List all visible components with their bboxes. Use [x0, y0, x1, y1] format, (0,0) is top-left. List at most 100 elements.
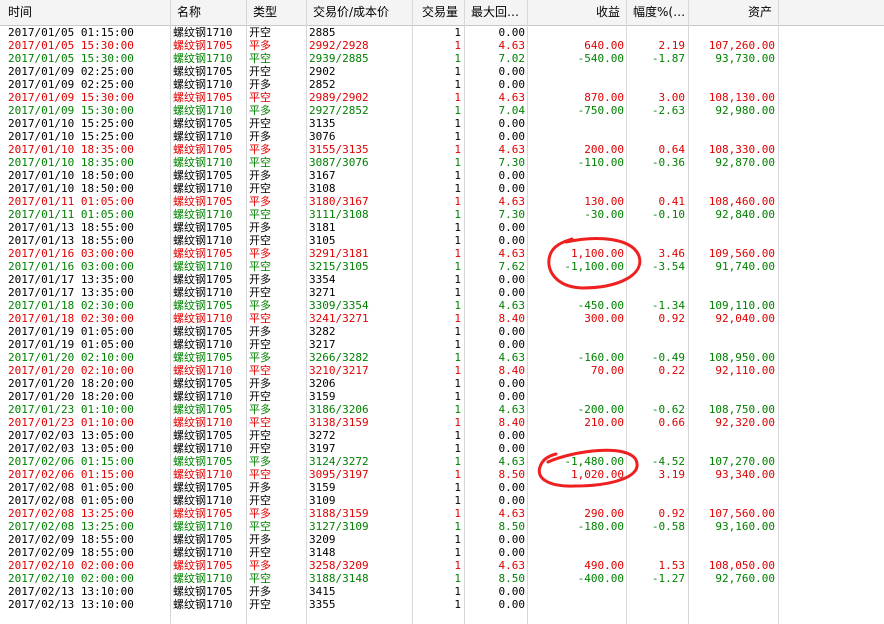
table-row[interactable]: 2017/01/17 13:35:00 螺纹钢1705 开多 3354 1 0.00	[0, 273, 884, 286]
cell-pnl	[528, 429, 626, 442]
cell-name: 螺纹钢1705	[173, 507, 233, 520]
table-row[interactable]: 2017/02/13 13:10:00 螺纹钢1705 开多 3415 1 0.00	[0, 585, 884, 598]
cell-time: 2017/02/13 13:10:00	[8, 585, 134, 598]
table-row[interactable]: 2017/01/13 18:55:00 螺纹钢1705 开多 3181 1 0.00	[0, 221, 884, 234]
table-row[interactable]: 2017/01/09 15:30:00 螺纹钢1705 平空 2989/2902 1 4.…	[0, 91, 884, 104]
cell-time: 2017/01/10 15:25:00	[8, 117, 134, 130]
cell-pct: -2.63	[651, 104, 685, 117]
cell-time: 2017/02/13 13:10:00	[8, 598, 134, 611]
table-row[interactable]: 2017/01/05 01:15:00 螺纹钢1710 开空 2885 1 0.00	[0, 26, 884, 39]
column-header-price[interactable]: 交易价/成本价	[307, 0, 413, 25]
column-header-max-retrace[interactable]: 最大回…	[465, 0, 528, 25]
column-header-pct[interactable]: 幅度%(…	[627, 0, 689, 25]
cell-pct: 3.46	[658, 247, 686, 260]
column-header-time[interactable]: 时间	[0, 0, 171, 25]
cell-pnl	[528, 546, 626, 559]
cell-type: 开多	[249, 78, 271, 91]
table-row[interactable]: 2017/01/20 02:10:00 螺纹钢1710 平空 3210/3217 1 8.…	[0, 364, 884, 377]
table-row[interactable]: 2017/01/20 02:10:00 螺纹钢1705 平多 3266/3282 1 4.…	[0, 351, 884, 364]
cell-type: 平空	[249, 416, 271, 429]
table-row[interactable]: 2017/02/10 02:00:00 螺纹钢1705 平多 3258/3209 1 4.…	[0, 559, 884, 572]
table-row[interactable]: 2017/01/18 02:30:00 螺纹钢1710 平空 3241/3271 1 8.…	[0, 312, 884, 325]
cell-qty: 1	[454, 325, 461, 338]
cell-pct: 3.19	[658, 468, 686, 481]
table-row[interactable]: 2017/01/17 13:35:00 螺纹钢1710 开空 3271 1 0.00	[0, 286, 884, 299]
cell-pct	[627, 598, 687, 611]
cell-pct: -1.87	[651, 52, 685, 65]
cell-pnl	[528, 377, 626, 390]
table-row[interactable]: 2017/02/09 18:55:00 螺纹钢1710 开空 3148 1 0.00	[0, 546, 884, 559]
cell-pnl	[528, 26, 626, 39]
column-header-asset[interactable]: 资产	[689, 0, 779, 25]
table-row[interactable]: 2017/02/03 13:05:00 螺纹钢1705 开空 3272 1 0.00	[0, 429, 884, 442]
table-row[interactable]: 2017/01/10 18:35:00 螺纹钢1710 平空 3087/3076 1 7.…	[0, 156, 884, 169]
cell-pct	[627, 377, 687, 390]
cell-price: 2989/2902	[309, 91, 369, 104]
cell-name: 螺纹钢1710	[173, 286, 233, 299]
cell-pct	[627, 338, 687, 351]
cell-asset: 91,740.00	[715, 260, 775, 273]
cell-type: 开多	[249, 169, 271, 182]
cell-pnl	[528, 182, 626, 195]
cell-type: 开多	[249, 325, 271, 338]
table-row[interactable]: 2017/01/16 03:00:00 螺纹钢1710 平空 3215/3105 1 7.…	[0, 260, 884, 273]
table-row[interactable]: 2017/02/08 13:25:00 螺纹钢1705 平多 3188/3159 1 4.…	[0, 507, 884, 520]
table-row[interactable]: 2017/01/23 01:10:00 螺纹钢1705 平多 3186/3206 1 4.…	[0, 403, 884, 416]
cell-qty: 1	[454, 221, 461, 234]
table-row[interactable]: 2017/01/19 01:05:00 螺纹钢1705 开多 3282 1 0.00	[0, 325, 884, 338]
table-row[interactable]: 2017/01/11 01:05:00 螺纹钢1710 平空 3111/3108 1 7.…	[0, 208, 884, 221]
table-row[interactable]: 2017/01/13 18:55:00 螺纹钢1710 开空 3105 1 0.00	[0, 234, 884, 247]
cell-type: 开多	[249, 130, 271, 143]
cell-maxr: 0.00	[498, 286, 526, 299]
cell-name: 螺纹钢1710	[173, 338, 233, 351]
cell-time: 2017/01/13 18:55:00	[8, 234, 134, 247]
table-row[interactable]: 2017/01/09 02:25:00 螺纹钢1710 开多 2852 1 0.00	[0, 78, 884, 91]
table-row[interactable]: 2017/01/10 15:25:00 螺纹钢1705 开空 3135 1 0.00	[0, 117, 884, 130]
cell-pnl: -110.00	[577, 156, 624, 169]
table-row[interactable]: 2017/02/10 02:00:00 螺纹钢1710 平空 3188/3148 1 8.…	[0, 572, 884, 585]
table-row[interactable]: 2017/02/03 13:05:00 螺纹钢1710 开空 3197 1 0.00	[0, 442, 884, 455]
column-header-type[interactable]: 类型	[247, 0, 307, 25]
table-row[interactable]: 2017/01/10 18:35:00 螺纹钢1705 平多 3155/3135 1 4.…	[0, 143, 884, 156]
column-header-pnl[interactable]: 收益	[528, 0, 627, 25]
cell-price: 3076	[309, 130, 336, 143]
table-row[interactable]: 2017/01/23 01:10:00 螺纹钢1710 平空 3138/3159 1 8.…	[0, 416, 884, 429]
cell-maxr: 4.63	[498, 143, 526, 156]
cell-type: 开空	[249, 117, 271, 130]
cell-price: 3105	[309, 234, 336, 247]
table-row[interactable]: 2017/01/19 01:05:00 螺纹钢1710 开空 3217 1 0.00	[0, 338, 884, 351]
cell-time: 2017/01/10 18:35:00	[8, 143, 134, 156]
cell-time: 2017/01/23 01:10:00	[8, 403, 134, 416]
table-row[interactable]: 2017/01/20 18:20:00 螺纹钢1705 开多 3206 1 0.00	[0, 377, 884, 390]
table-row[interactable]: 2017/01/11 01:05:00 螺纹钢1705 平多 3180/3167 1 4.…	[0, 195, 884, 208]
cell-type: 平空	[249, 364, 271, 377]
table-row[interactable]: 2017/02/13 13:10:00 螺纹钢1710 开空 3355 1 0.00	[0, 598, 884, 611]
table-row[interactable]: 2017/01/16 03:00:00 螺纹钢1705 平多 3291/3181 1 4.…	[0, 247, 884, 260]
table-row[interactable]: 2017/01/10 18:50:00 螺纹钢1705 开多 3167 1 0.00	[0, 169, 884, 182]
table-row[interactable]: 2017/02/06 01:15:00 螺纹钢1710 平空 3095/3197 1 8.…	[0, 468, 884, 481]
table-row[interactable]: 2017/02/08 01:05:00 螺纹钢1710 开空 3109 1 0.00	[0, 494, 884, 507]
table-row[interactable]: 2017/01/20 18:20:00 螺纹钢1710 开空 3159 1 0.00	[0, 390, 884, 403]
cell-name: 螺纹钢1710	[173, 598, 233, 611]
cell-qty: 1	[454, 585, 461, 598]
column-header-name[interactable]: 名称	[171, 0, 247, 25]
table-row[interactable]: 2017/02/08 01:05:00 螺纹钢1705 开多 3159 1 0.00	[0, 481, 884, 494]
table-row[interactable]: 2017/02/06 01:15:00 螺纹钢1705 平多 3124/3272 1 4.…	[0, 455, 884, 468]
table-row[interactable]: 2017/01/10 15:25:00 螺纹钢1710 开多 3076 1 0.00	[0, 130, 884, 143]
table-row[interactable]: 2017/01/05 15:30:00 螺纹钢1710 平空 2939/2885 1 7.…	[0, 52, 884, 65]
table-row[interactable]: 2017/01/09 02:25:00 螺纹钢1705 开空 2902 1 0.00	[0, 65, 884, 78]
table-row[interactable]: 2017/02/08 13:25:00 螺纹钢1710 平空 3127/3109 1 8.…	[0, 520, 884, 533]
table-row[interactable]: 2017/01/18 02:30:00 螺纹钢1705 平多 3309/3354 1 4.…	[0, 299, 884, 312]
cell-name: 螺纹钢1710	[173, 468, 233, 481]
cell-pct	[627, 546, 687, 559]
cell-pct	[627, 234, 687, 247]
table-row[interactable]: 2017/01/09 15:30:00 螺纹钢1710 平多 2927/2852 1 7.…	[0, 104, 884, 117]
table-row[interactable]: 2017/01/10 18:50:00 螺纹钢1710 开空 3108 1 0.00	[0, 182, 884, 195]
column-header-qty[interactable]: 交易量	[413, 0, 465, 25]
table-row[interactable]: 2017/01/05 15:30:00 螺纹钢1705 平多 2992/2928 1 4.…	[0, 39, 884, 52]
cell-price: 2992/2928	[309, 39, 369, 52]
cell-type: 平多	[249, 247, 271, 260]
cell-pnl	[528, 390, 626, 403]
cell-time: 2017/01/09 15:30:00	[8, 91, 134, 104]
table-row[interactable]: 2017/02/09 18:55:00 螺纹钢1705 开多 3209 1 0.00	[0, 533, 884, 546]
